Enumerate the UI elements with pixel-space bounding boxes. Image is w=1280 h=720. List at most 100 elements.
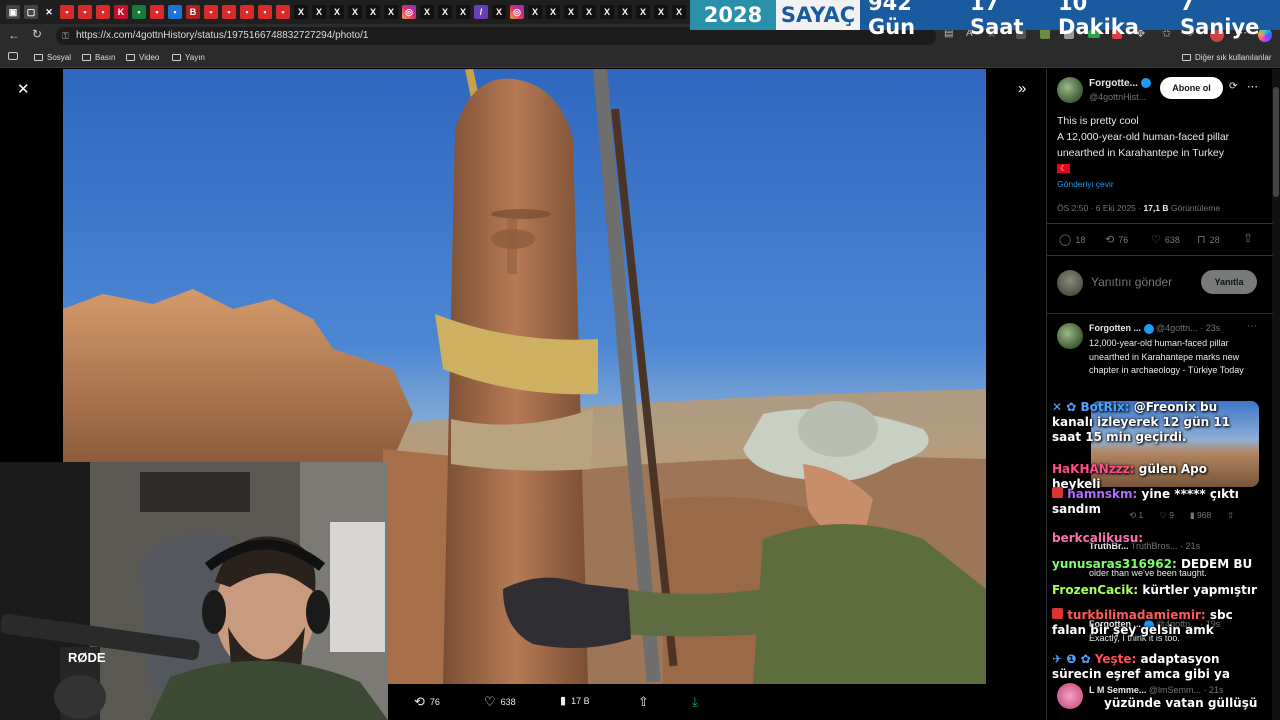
close-viewer-icon[interactable]: ✕: [17, 80, 30, 98]
verified-badge-icon: [1140, 78, 1151, 89]
x-tab-icon[interactable]: X: [546, 5, 560, 19]
divider: [1047, 223, 1273, 224]
x-tab-icon[interactable]: X: [618, 5, 632, 19]
chat-username: Yeşte:: [1094, 652, 1137, 666]
tab-favicon[interactable]: /: [474, 5, 488, 19]
x-tab-icon[interactable]: X: [330, 5, 344, 19]
instagram-tab-icon[interactable]: ◎: [510, 5, 524, 19]
close-tab-icon[interactable]: ✕: [42, 5, 56, 19]
x-tab-icon[interactable]: X: [582, 5, 596, 19]
reply-author[interactable]: Forgotten ...: [1089, 323, 1141, 333]
folder-icon: [82, 54, 91, 61]
refresh-icon[interactable]: ↻: [32, 27, 42, 41]
webcam-illustration: [0, 462, 388, 720]
workspaces-icon[interactable]: ▣: [6, 5, 20, 19]
tab-favicon[interactable]: K: [114, 5, 128, 19]
x-tab-icon[interactable]: X: [294, 5, 308, 19]
tab-favicon[interactable]: ▪: [204, 5, 218, 19]
download-button[interactable]: ⤓: [692, 694, 698, 710]
scrollbar-thumb[interactable]: [1273, 87, 1279, 197]
turkey-flag-icon: ☾: [1057, 164, 1070, 173]
instagram-tab-icon[interactable]: ◎: [402, 5, 416, 19]
site-info-icon[interactable]: ⚿: [62, 27, 69, 45]
bookmark-icon: ⊓: [1197, 234, 1206, 246]
url-text: https://x.com/4gottnHistory/status/19751…: [76, 30, 369, 41]
author-handle[interactable]: @4gottnHist...: [1089, 92, 1146, 102]
tab-favicon[interactable]: ▪: [222, 5, 236, 19]
collections-icon[interactable]: [8, 52, 18, 60]
bookmark-folder[interactable]: Sosyal: [34, 53, 71, 62]
grok-icon[interactable]: ⟳: [1229, 81, 1237, 92]
tab-favicon[interactable]: ▪: [276, 5, 290, 19]
share-button[interactable]: ⇧: [638, 694, 649, 710]
divider: [1047, 313, 1273, 314]
retweet-count: 76: [429, 697, 440, 707]
x-tab-icon[interactable]: X: [348, 5, 362, 19]
translate-link[interactable]: Gönderiyi çevir: [1057, 179, 1114, 189]
author-avatar[interactable]: [1057, 77, 1083, 103]
tab-favicon[interactable]: ▪: [150, 5, 164, 19]
tab-favicon[interactable]: ▪: [60, 5, 74, 19]
bookmark-folder[interactable]: Yayın: [172, 53, 205, 62]
views-button[interactable]: ▮ 17 B: [560, 694, 590, 707]
reply-submit-button[interactable]: Yanıtla: [1201, 270, 1257, 294]
expand-panel-icon[interactable]: »: [1018, 80, 1026, 97]
bookmark-count: 28: [1209, 234, 1220, 245]
author-name[interactable]: Forgotte...: [1089, 78, 1151, 89]
tab-favicon[interactable]: ▪: [96, 5, 110, 19]
reply-input[interactable]: Yanıtını gönder: [1091, 275, 1172, 289]
tweet-views-label: Görüntüleme: [1170, 203, 1221, 213]
bookmark-button[interactable]: ⊓ 28: [1197, 233, 1220, 246]
x-tab-icon[interactable]: X: [456, 5, 470, 19]
x-tab-icon[interactable]: X: [312, 5, 326, 19]
folder-icon: [126, 54, 135, 61]
x-tab-icon[interactable]: X: [672, 5, 686, 19]
bookmark-folder[interactable]: Basın: [82, 53, 115, 62]
x-tab-icon[interactable]: X: [492, 5, 506, 19]
chat-username: yunusaras316962:: [1052, 557, 1177, 571]
panel-scrollbar[interactable]: [1272, 69, 1280, 720]
tab-favicon[interactable]: ▪: [132, 5, 146, 19]
x-tab-icon[interactable]: X: [384, 5, 398, 19]
folder-icon: [172, 54, 181, 61]
x-tab-icon[interactable]: X: [420, 5, 434, 19]
other-bookmarks-folder[interactable]: Diğer sık kullanılanlar: [1182, 53, 1271, 62]
tab-favicon[interactable]: ▪: [168, 5, 182, 19]
retweet-button[interactable]: ⟲ 76: [414, 694, 440, 710]
counter-label: SAYAÇ: [776, 0, 860, 30]
counter-days: 942 Gün: [860, 0, 962, 39]
tab-favicon[interactable]: ▪: [240, 5, 254, 19]
tab-favicon[interactable]: B: [186, 5, 200, 19]
tweet-timestamp[interactable]: ÖS 2:50 · 6 Eki 2025 ·: [1057, 203, 1141, 213]
reply-author[interactable]: L M Semme...: [1089, 685, 1146, 695]
x-tab-icon[interactable]: X: [438, 5, 452, 19]
more-options-icon[interactable]: ⋯: [1247, 80, 1258, 93]
tab-favicon[interactable]: ▪: [258, 5, 272, 19]
x-tab-icon[interactable]: X: [600, 5, 614, 19]
like-button[interactable]: ♡ 638: [1151, 233, 1180, 246]
chat-message: ✈ ❶ ✿ Yeşte: adaptasyon sürecin eşref am…: [1052, 652, 1257, 682]
x-tab-icon[interactable]: X: [636, 5, 650, 19]
reply-button[interactable]: ◯ 18: [1059, 233, 1085, 246]
back-icon[interactable]: ←: [8, 28, 20, 42]
x-tab-icon[interactable]: X: [564, 5, 578, 19]
tab-actions-icon[interactable]: ▢: [24, 5, 38, 19]
reply-avatar[interactable]: [1057, 683, 1083, 709]
x-tab-icon[interactable]: X: [528, 5, 542, 19]
retweet-button[interactable]: ⟲ 76: [1105, 233, 1128, 246]
chat-username: turkbilimadamiemir:: [1067, 608, 1206, 622]
share-icon[interactable]: ⇧: [1243, 231, 1253, 245]
bookmark-folder[interactable]: Video: [126, 53, 159, 62]
tweet-text-line: A 12,000-year-old human-faced pillar une…: [1057, 131, 1230, 159]
x-tab-icon[interactable]: X: [654, 5, 668, 19]
chat-text: DEDEM BU: [1180, 557, 1253, 571]
chat-text: @Freonix bu kanalı izleyerek 12 gün 11 s…: [1052, 400, 1231, 444]
tab-favicon[interactable]: ▪: [78, 5, 92, 19]
follow-button[interactable]: Abone ol: [1160, 77, 1223, 99]
reply-avatar[interactable]: [1057, 323, 1083, 349]
like-button[interactable]: ♡ 638: [484, 694, 516, 710]
retweet-icon: ⟲: [414, 694, 425, 709]
chat-message: hamnskm: yine ***** çıktı sandım: [1052, 487, 1257, 517]
more-options-icon[interactable]: ⋯: [1247, 321, 1257, 332]
x-tab-icon[interactable]: X: [366, 5, 380, 19]
